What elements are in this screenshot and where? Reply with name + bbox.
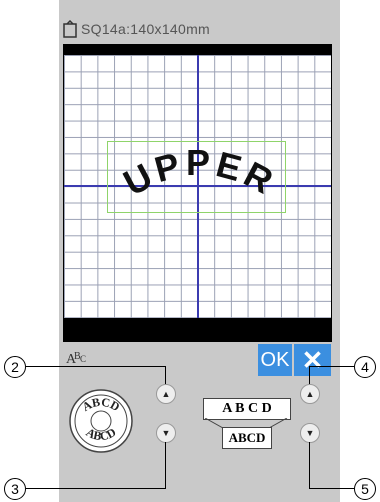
spacing-sample-wide: A B C D xyxy=(203,398,291,420)
ok-button[interactable]: OK xyxy=(258,344,292,376)
spacing-sample-narrow: ABCD xyxy=(222,427,272,449)
callout-3-leader xyxy=(165,442,166,488)
callout-2-leader xyxy=(165,366,166,384)
frame-size-label: SQ14a:140x140mm xyxy=(81,21,211,37)
svg-text:C: C xyxy=(80,354,86,364)
callout-5: 5 xyxy=(354,478,376,500)
arc-up-button[interactable]: ▲ xyxy=(156,384,176,404)
arched-text-content: UPPER xyxy=(117,142,280,204)
callout-4: 4 xyxy=(354,356,376,378)
spacing-down-button[interactable]: ▼ xyxy=(300,423,320,443)
circle-arc-text-icon: ABCD ABCD xyxy=(69,389,133,453)
callout-4-leader xyxy=(309,366,310,384)
arched-text[interactable]: UPPER xyxy=(100,130,300,220)
callout-3: 3 xyxy=(4,478,26,500)
svg-text:UPPER: UPPER xyxy=(117,142,284,204)
embroidery-frame-icon xyxy=(63,20,77,38)
callout-2: 2 xyxy=(4,356,26,378)
header: SQ14a:140x140mm xyxy=(63,18,210,40)
callout-5-line xyxy=(309,488,354,489)
callout-2-line xyxy=(26,366,166,367)
text-arrange-icon: A B C xyxy=(65,347,87,372)
callout-3-line xyxy=(26,488,166,489)
callout-5-leader xyxy=(309,442,310,488)
cancel-button[interactable]: ✕ xyxy=(294,344,331,376)
arc-down-button[interactable]: ▼ xyxy=(156,423,176,443)
spacing-up-button[interactable]: ▲ xyxy=(300,384,320,404)
callout-4-line xyxy=(309,366,354,367)
